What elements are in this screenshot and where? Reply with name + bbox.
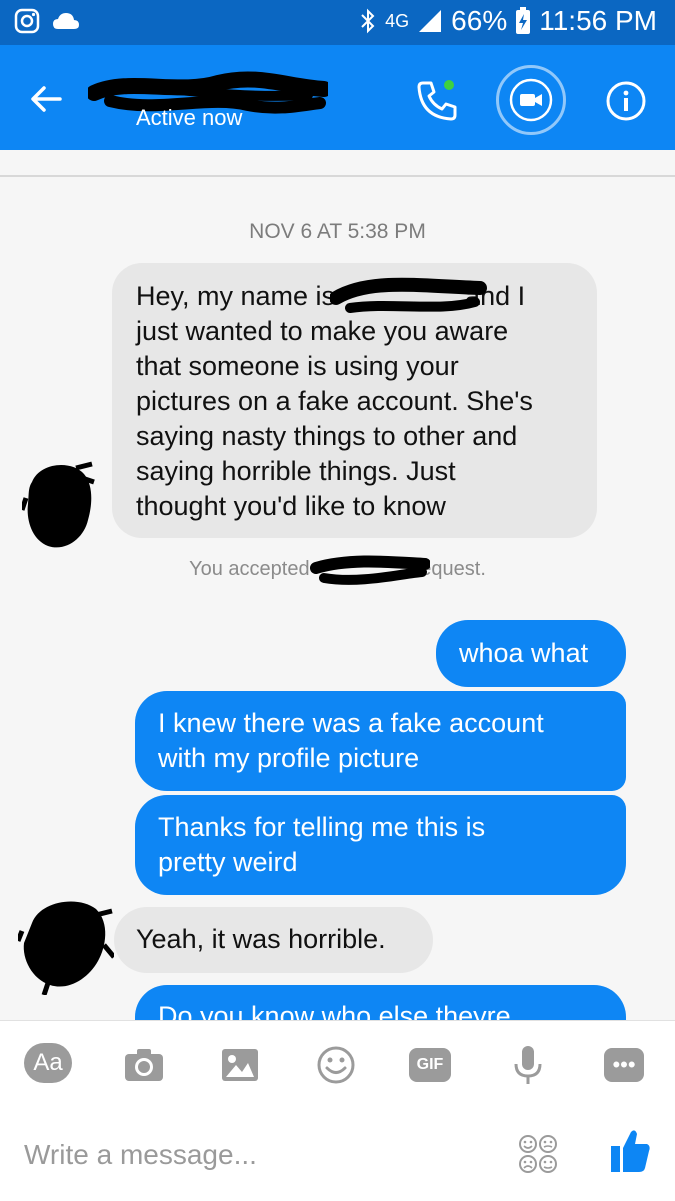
contact-avatar[interactable] [18, 895, 114, 995]
signal-icon [419, 10, 442, 32]
instagram-icon [14, 8, 40, 34]
redaction-scribble [310, 555, 430, 585]
contact-avatar[interactable] [22, 460, 96, 552]
message-text: whoa what [459, 638, 589, 668]
message-text: Yeah, it was horrible. [136, 924, 386, 954]
message-line: thought you'd like to know [136, 491, 446, 521]
camera-button[interactable] [122, 1043, 166, 1087]
bluetooth-icon [361, 8, 375, 34]
image-icon [222, 1049, 258, 1081]
outgoing-message-bubble[interactable]: Thanks for telling me this is pretty wei… [135, 795, 626, 895]
battery-icon [516, 7, 531, 34]
message-text: Hey, my name is [136, 281, 336, 311]
stickers-icon[interactable] [517, 1133, 559, 1175]
text-format-button[interactable]: Aa [24, 1043, 72, 1083]
outgoing-message-bubble[interactable]: Do you know who else theyre [135, 985, 626, 1025]
phone-icon[interactable] [413, 77, 461, 125]
message-line: Thanks for telling me this is [158, 812, 486, 842]
info-icon[interactable] [605, 80, 647, 122]
voice-button[interactable] [506, 1043, 550, 1087]
message-input[interactable]: Write a message... [24, 1139, 257, 1171]
clock: 11:56 PM [539, 5, 657, 36]
gallery-button[interactable] [218, 1043, 262, 1087]
incoming-message-bubble[interactable]: Yeah, it was horrible. [114, 907, 433, 973]
emoji-button[interactable] [314, 1043, 358, 1087]
more-options-button[interactable]: ••• [604, 1048, 644, 1082]
cloud-icon [53, 13, 79, 29]
back-arrow-icon[interactable] [28, 81, 64, 117]
header-divider [0, 175, 675, 177]
smiley-icon [317, 1046, 355, 1084]
composer-toolbar: Aa GIF ••• [0, 1043, 675, 1093]
network-type: 4G [385, 10, 410, 31]
message-timestamp: NOV 6 AT 5:38 PM [249, 220, 426, 243]
active-status: Active now [136, 105, 243, 130]
video-icon [509, 78, 553, 122]
like-icon[interactable] [609, 1126, 651, 1174]
note-text: You accepted [189, 558, 310, 580]
message-line: pictures on a fake account. She's [136, 386, 533, 416]
outgoing-message-bubble[interactable]: I knew there was a fake account with my … [135, 691, 626, 791]
message-line: I knew there was a fake account [158, 708, 544, 738]
message-line: pretty weird [158, 847, 298, 877]
message-line: with my profile picture [158, 743, 420, 773]
gif-button[interactable]: GIF [409, 1048, 451, 1082]
camera-icon [125, 1049, 163, 1081]
outgoing-message-bubble[interactable]: whoa what [436, 620, 626, 687]
video-call-button[interactable] [496, 65, 566, 135]
message-line: saying horrible things. Just [136, 456, 456, 486]
message-composer: Aa GIF ••• Write a message... [0, 1020, 675, 1201]
message-line: saying nasty things to other and [136, 421, 518, 451]
redaction-scribble [330, 277, 487, 313]
battery-percent: 66% [451, 5, 508, 36]
status-bar: 4G 66% 11:56 PM [0, 0, 675, 45]
microphone-icon [514, 1046, 542, 1084]
conversation-header: Active now [0, 45, 675, 150]
message-line: that someone is using your [136, 351, 459, 381]
